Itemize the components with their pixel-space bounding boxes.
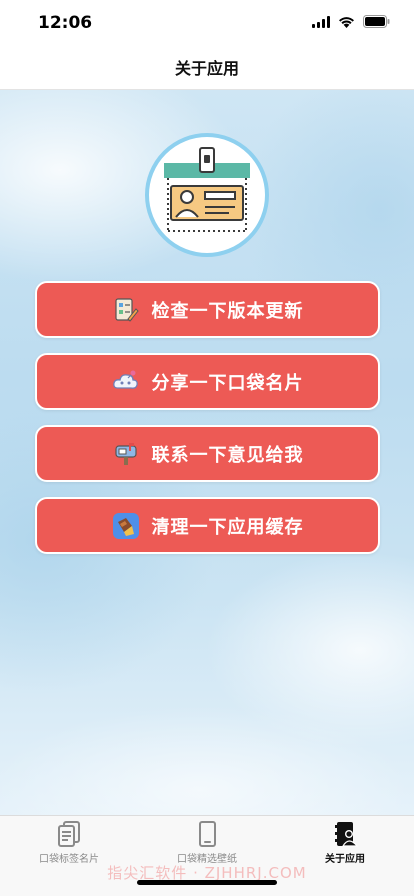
- status-bar: 12:06: [0, 0, 414, 44]
- page-title: 关于应用: [174, 58, 239, 78]
- clear-cache-label: 清理一下应用缓存: [151, 516, 304, 538]
- mailbox-icon: [112, 440, 140, 468]
- checklist-icon: [112, 296, 140, 324]
- phone-icon: [199, 821, 216, 847]
- profile-card-icon: [335, 822, 359, 847]
- status-icons: [312, 15, 390, 28]
- id-badge-icon: [164, 147, 250, 232]
- contact-feedback-label: 联系一下意见给我: [151, 444, 304, 466]
- home-indicator: [137, 880, 277, 885]
- share-card-label: 分享一下口袋名片: [151, 372, 304, 394]
- check-update-button[interactable]: 检查一下版本更新: [35, 281, 380, 338]
- signal-icon: [312, 15, 330, 28]
- contact-feedback-button[interactable]: 联系一下意见给我: [35, 425, 380, 482]
- app-logo: [145, 133, 269, 257]
- status-time: 12:06: [38, 13, 93, 33]
- wifi-icon: [339, 16, 354, 28]
- share-cloud-icon: [112, 368, 140, 396]
- battery-icon: [363, 15, 390, 28]
- share-card-button[interactable]: 分享一下口袋名片: [35, 353, 380, 410]
- document-icon: [58, 821, 80, 847]
- check-update-label: 检查一下版本更新: [151, 300, 304, 322]
- clear-cache-button[interactable]: 清理一下应用缓存: [35, 497, 380, 554]
- content-area: 检查一下版本更新 分享一下口袋名片 联系一下意见给我 清理一下应用缓存: [0, 90, 414, 815]
- broom-icon: [112, 512, 140, 540]
- navigation-bar: 关于应用: [0, 44, 414, 90]
